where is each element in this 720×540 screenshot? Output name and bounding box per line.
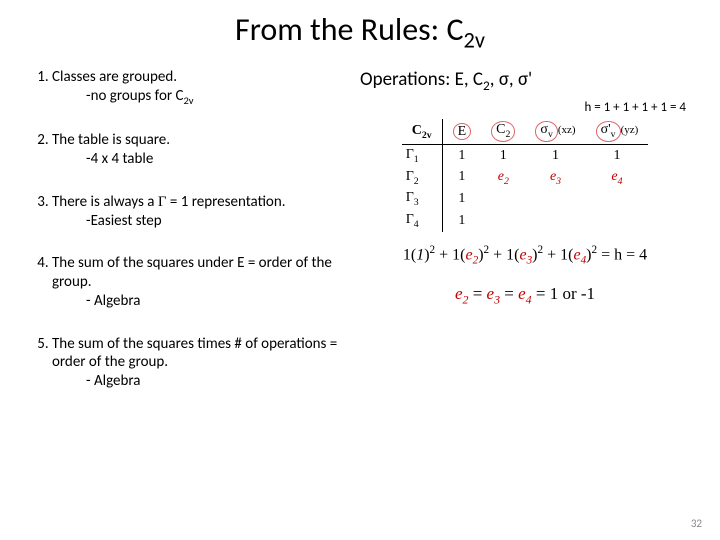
g4-sub: 4 xyxy=(414,219,419,230)
g2-pre: Γ xyxy=(406,169,414,184)
eq1-t7: + 1( xyxy=(543,246,573,263)
svp-par: (yz) xyxy=(621,124,639,136)
equation-2: e2 = e3 = e4 = 1 or -1 xyxy=(360,284,690,307)
sv-sub: v xyxy=(548,129,553,140)
eq1-t1: 1( xyxy=(403,246,416,263)
table-row: Γ1 1 1 1 1 xyxy=(402,144,649,166)
gamma-symbol: Γ xyxy=(158,194,167,210)
rule-2: The table is square. -4 x 4 table xyxy=(52,131,350,169)
eq1-t5: + 1( xyxy=(489,246,519,263)
rule-1-sub: -no groups for C2v xyxy=(52,87,350,107)
corner-pre: C xyxy=(412,123,422,138)
rule-3: There is always a Γ = 1 representation. … xyxy=(52,193,350,231)
rule-3-sub: -Easiest step xyxy=(52,212,350,231)
eq1-e3: e xyxy=(519,246,526,263)
g1-pre: Γ xyxy=(406,147,414,162)
rule-2-sub: -4 x 4 table xyxy=(52,150,350,169)
eq1-e4: e xyxy=(573,246,580,263)
table-header-row: C2v E C2 σv(xz) σ'v(yz) xyxy=(402,119,649,144)
rule-4: The sum of the squares under E = order o… xyxy=(52,254,350,310)
eq2-e3: e xyxy=(487,284,495,303)
equation-1: 1(1)2 + 1(e2)2 + 1(e3)2 + 1(e4)2 = h = 4 xyxy=(360,242,690,270)
right-column: Operations: E, C2, σ, σ' h = 1 + 1 + 1 +… xyxy=(360,68,690,414)
rule-1-sub-sub: 2v xyxy=(183,94,193,107)
row1-label: Γ1 xyxy=(402,144,442,166)
eq1-t3: + 1( xyxy=(435,246,465,263)
circle-svp: σ'v xyxy=(596,121,621,142)
r4c1: 1 xyxy=(442,210,481,232)
character-table: C2v E C2 σv(xz) σ'v(yz) Γ1 1 1 1 1 Γ2 1 xyxy=(402,119,649,232)
row3-label: Γ3 xyxy=(402,188,442,210)
r2c3: e3 xyxy=(525,167,585,189)
r1c4: 1 xyxy=(586,144,649,166)
ops-post: , σ, σ' xyxy=(490,68,532,91)
r1c2: 1 xyxy=(481,144,525,166)
ops-sub: 2 xyxy=(483,77,490,94)
eq1-e2: e xyxy=(465,246,472,263)
r2c2: e2 xyxy=(481,167,525,189)
title-text: From the Rules: C xyxy=(235,10,464,49)
sv-pre: σ xyxy=(540,122,548,137)
r3c1: 1 xyxy=(442,188,481,210)
corner-sub: 2v xyxy=(422,129,432,140)
table-corner: C2v xyxy=(402,119,442,144)
r1c3: 1 xyxy=(525,144,585,166)
rule-5-sub: - Algebra xyxy=(52,372,350,391)
r2c4-sub: 4 xyxy=(618,175,623,186)
eq2-e4: e xyxy=(518,284,526,303)
eq2-eq1: = xyxy=(468,284,486,303)
rule-2-main: The table is square. xyxy=(52,131,170,149)
c2-sub: 2 xyxy=(506,129,511,140)
rule-4-sub: - Algebra xyxy=(52,292,350,311)
circle-sv: σv xyxy=(535,121,557,142)
page-number: 32 xyxy=(691,517,702,530)
table-row: Γ2 1 e2 e3 e4 xyxy=(402,167,649,189)
slide-title: From the Rules: C2v xyxy=(30,10,690,54)
rule-1: Classes are grouped. -no groups for C2v xyxy=(52,68,350,107)
columns: Classes are grouped. -no groups for C2v … xyxy=(30,68,690,414)
circle-C2: C2 xyxy=(491,121,515,142)
rules-list: Classes are grouped. -no groups for C2v … xyxy=(30,68,350,390)
rule-3-post: = 1 representation. xyxy=(167,193,286,211)
col-E: E xyxy=(442,119,481,144)
c2-pre: C xyxy=(496,122,505,137)
r2c4: e4 xyxy=(586,167,649,189)
rule-4-main: The sum of the squares under E = order o… xyxy=(52,254,332,291)
col-C2: C2 xyxy=(481,119,525,144)
slide: From the Rules: C2v Classes are grouped.… xyxy=(0,0,720,540)
circle-E: E xyxy=(453,123,472,140)
rule-3-pre: There is always a xyxy=(52,193,158,211)
table-row: Γ4 1 xyxy=(402,210,649,232)
title-sub: 2v xyxy=(464,27,485,54)
r1c1: 1 xyxy=(442,144,481,166)
r2c1: 1 xyxy=(442,167,481,189)
g2-sub: 2 xyxy=(414,175,419,186)
operations-line: Operations: E, C2, σ, σ' xyxy=(360,68,690,94)
ops-pre: Operations: E, C xyxy=(360,68,483,91)
left-column: Classes are grouped. -no groups for C2v … xyxy=(30,68,350,414)
r2c2-sub: 2 xyxy=(504,175,509,186)
col-svp: σ'v(yz) xyxy=(586,119,649,144)
h-equation: h = 1 + 1 + 1 + 1 = 4 xyxy=(360,100,686,115)
row2-label: Γ2 xyxy=(402,167,442,189)
g4-pre: Γ xyxy=(406,212,414,227)
g1-sub: 1 xyxy=(414,154,419,165)
svp-sub: v xyxy=(611,129,616,140)
r2c3-sub: 3 xyxy=(556,175,561,186)
row4-label: Γ4 xyxy=(402,210,442,232)
eq2-rhs: = 1 or -1 xyxy=(532,284,595,303)
rule-1-main: Classes are grouped. xyxy=(52,68,177,86)
g3-pre: Γ xyxy=(406,190,414,205)
eq2-eq2: = xyxy=(500,284,518,303)
col-sv: σv(xz) xyxy=(525,119,585,144)
rule-5: The sum of the squares times # of operat… xyxy=(52,335,350,391)
rule-5-main: The sum of the squares times # of operat… xyxy=(52,335,337,372)
eq1-i1: 1 xyxy=(416,246,424,263)
rule-1-sub-pre: -no groups for C xyxy=(86,87,183,105)
table-row: Γ3 1 xyxy=(402,188,649,210)
sv-par: (xz) xyxy=(558,124,576,136)
eq1-rhs: = h = 4 xyxy=(597,246,647,263)
svp-pre: σ' xyxy=(601,122,611,137)
g3-sub: 3 xyxy=(414,197,419,208)
